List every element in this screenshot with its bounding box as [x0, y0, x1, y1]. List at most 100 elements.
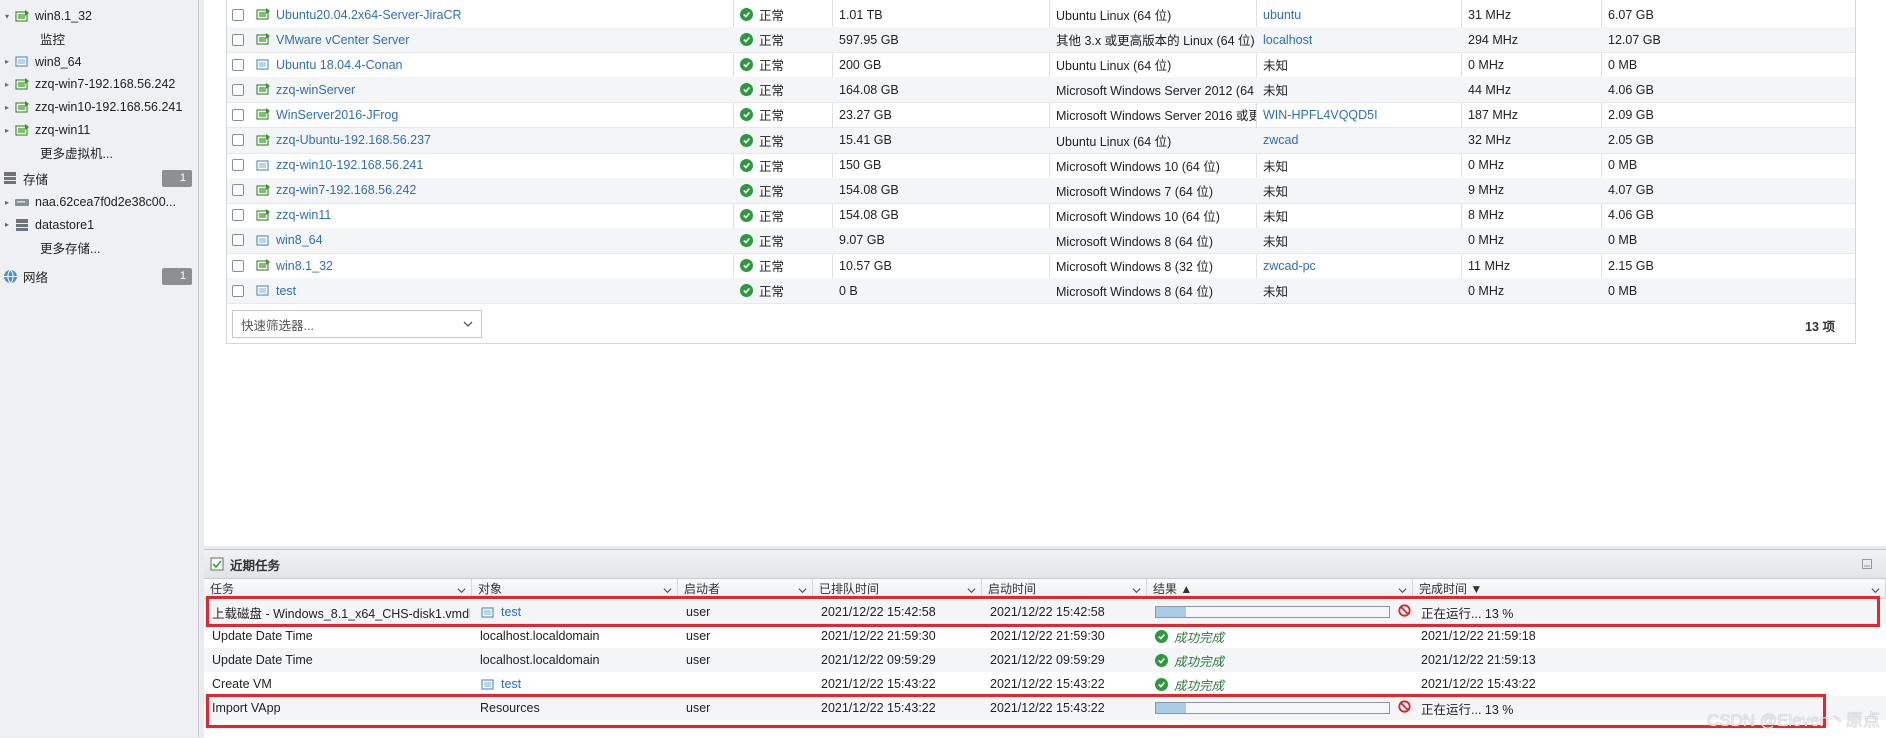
vm-name-cell[interactable]: Ubuntu 18.04.4-Conan	[255, 52, 402, 77]
tasks-column-header-6[interactable]: 完成时间 ▼	[1413, 579, 1886, 599]
row-checkbox-cell[interactable]	[232, 178, 244, 203]
sidebar-item-6[interactable]: 更多虚拟机...	[0, 143, 113, 163]
vm-name-cell[interactable]: test	[255, 278, 296, 303]
storage-item-2[interactable]: 更多存储...	[0, 238, 100, 258]
row-checkbox[interactable]	[232, 209, 244, 222]
sidebar-section-storage[interactable]: 存储 1	[0, 168, 198, 188]
row-checkbox-cell[interactable]	[232, 2, 244, 27]
tasks-column-header-3[interactable]: 已排队时间	[813, 579, 982, 599]
sidebar-item-2[interactable]: ▸ win8_64	[0, 52, 82, 72]
chevron-down-icon[interactable]	[1871, 584, 1880, 598]
row-checkbox[interactable]	[232, 234, 244, 247]
row-checkbox[interactable]	[232, 159, 244, 172]
sidebar-item-4[interactable]: ▸ zzq-win10-192.168.56.241	[0, 97, 182, 117]
vm-name-link[interactable]: test	[276, 284, 296, 298]
table-row[interactable]: WinServer2016-JFrog 正常 23.27 GB Microsoft W…	[227, 102, 1855, 129]
sidebar-item-5[interactable]: ▸ zzq-win11	[0, 120, 90, 140]
expand-right-icon[interactable]: ▸	[0, 198, 14, 207]
vm-name-cell[interactable]: win8.1_32	[255, 253, 333, 278]
task-row[interactable]: Update Date Time localhost.localdomain use…	[204, 648, 1886, 672]
tasks-column-header-0[interactable]: 任务	[204, 579, 472, 599]
vm-name-link[interactable]: win8_64	[276, 233, 323, 247]
task-row[interactable]: 上载磁盘 - Windows_8.1_x64_CHS-disk1.vmdk (1…	[204, 600, 1886, 624]
tasks-column-header-2[interactable]: 启动者	[678, 579, 813, 599]
vm-name-cell[interactable]: VMware vCenter Server	[255, 27, 409, 52]
row-checkbox[interactable]	[232, 259, 244, 272]
cancel-task-icon[interactable]	[1398, 700, 1411, 716]
vm-name-cell[interactable]: Ubuntu20.04.2x64-Server-JiraCR	[255, 2, 462, 27]
sidebar-item-3[interactable]: ▸ zzq-win7-192.168.56.242	[0, 74, 175, 94]
sidebar-item-0[interactable]: ▾ win8.1_32	[0, 6, 92, 26]
task-row[interactable]: Create VM test 2021/12/22 15:43:22 2021/12/…	[204, 672, 1886, 696]
row-checkbox[interactable]	[232, 184, 244, 197]
vm-name-link[interactable]: VMware vCenter Server	[276, 33, 409, 47]
table-row[interactable]: Ubuntu20.04.2x64-Server-JiraCR 正常 1.01 TB U…	[227, 2, 1855, 28]
vm-name-link[interactable]: win8.1_32	[276, 259, 333, 273]
table-row[interactable]: zzq-winServer 正常 164.08 GB Microsoft Window…	[227, 77, 1855, 104]
expand-down-icon[interactable]: ▾	[0, 12, 14, 21]
storage-item-1[interactable]: ▸ datastore1	[0, 215, 94, 235]
vm-host-cell[interactable]: ubuntu	[1263, 2, 1301, 27]
vm-name-link[interactable]: zzq-win10-192.168.56.241	[276, 158, 423, 172]
table-row[interactable]: Ubuntu 18.04.4-Conan 正常 200 GB Ubuntu Linux…	[227, 52, 1855, 79]
table-row[interactable]: zzq-win10-192.168.56.241 正常 150 GB Microsof…	[227, 153, 1855, 179]
row-checkbox-cell[interactable]	[232, 203, 244, 228]
vm-host-cell[interactable]: localhost	[1263, 27, 1312, 52]
tasks-column-header-5[interactable]: 结果 ▲	[1147, 579, 1413, 599]
row-checkbox[interactable]	[232, 58, 244, 71]
vm-name-link[interactable]: Ubuntu20.04.2x64-Server-JiraCR	[276, 8, 462, 22]
chevron-down-icon[interactable]	[663, 584, 672, 598]
chevron-down-icon[interactable]	[798, 584, 807, 598]
storage-item-0[interactable]: ▸ naa.62cea7f0d2e38c00...	[0, 192, 176, 212]
expand-right-icon[interactable]: ▸	[0, 126, 14, 135]
task-row[interactable]: Import VApp Resources user 2021/12/22 15:43…	[204, 696, 1886, 720]
vm-name-link[interactable]: WinServer2016-JFrog	[276, 108, 398, 122]
collapse-panel-icon[interactable]	[1862, 559, 1872, 569]
row-checkbox-cell[interactable]	[232, 102, 244, 127]
table-row[interactable]: zzq-win7-192.168.56.242 正常 154.08 GB Micros…	[227, 177, 1855, 204]
row-checkbox-cell[interactable]	[232, 52, 244, 77]
quick-filter-select[interactable]: 快速筛选器...	[232, 310, 482, 338]
vm-name-cell[interactable]: win8_64	[255, 228, 323, 253]
tasks-column-header-1[interactable]: 对象	[472, 579, 678, 599]
vm-name-link[interactable]: zzq-win11	[276, 208, 331, 222]
chevron-down-icon[interactable]	[1132, 584, 1141, 598]
vm-host-cell[interactable]: WIN-HPFL4VQQD5I	[1263, 102, 1378, 127]
vm-name-link[interactable]: zzq-Ubuntu-192.168.56.237	[276, 133, 431, 147]
chevron-down-icon[interactable]	[1398, 584, 1407, 598]
row-checkbox-cell[interactable]	[232, 27, 244, 52]
task-object-link[interactable]: test	[501, 677, 521, 691]
expand-right-icon[interactable]: ▸	[0, 80, 14, 89]
row-checkbox[interactable]	[232, 83, 244, 96]
table-row[interactable]: zzq-Ubuntu-192.168.56.237 正常 15.41 GB Ubunt…	[227, 127, 1855, 154]
task-row[interactable]: Update Date Time localhost.localdomain use…	[204, 624, 1886, 648]
row-checkbox[interactable]	[232, 134, 244, 146]
tasks-column-header-4[interactable]: 启动时间	[982, 579, 1147, 599]
row-checkbox[interactable]	[232, 108, 244, 121]
vm-name-cell[interactable]: zzq-winServer	[255, 77, 355, 102]
table-row[interactable]: VMware vCenter Server 正常 597.95 GB 其他 3.x 或…	[227, 27, 1855, 54]
sidebar-section-network[interactable]: 网络 1	[0, 266, 198, 286]
table-row[interactable]: win8_64 正常 9.07 GB Microsoft Windows 8 (64 …	[227, 227, 1855, 254]
vm-name-cell[interactable]: zzq-win10-192.168.56.241	[255, 153, 423, 178]
vm-name-cell[interactable]: zzq-Ubuntu-192.168.56.237	[255, 128, 431, 153]
sidebar-item-1[interactable]: 监控	[0, 29, 65, 49]
row-checkbox[interactable]	[232, 33, 244, 46]
vm-name-cell[interactable]: WinServer2016-JFrog	[255, 102, 398, 127]
vm-name-cell[interactable]: zzq-win7-192.168.56.242	[255, 178, 416, 203]
vm-name-link[interactable]: zzq-winServer	[276, 83, 355, 97]
expand-right-icon[interactable]: ▸	[0, 103, 14, 112]
table-row[interactable]: win8.1_32 正常 10.57 GB Microsoft Windows 8 (…	[227, 253, 1855, 279]
vm-host-cell[interactable]: zwcad-pc	[1263, 253, 1316, 278]
row-checkbox[interactable]	[232, 284, 244, 297]
vm-name-link[interactable]: Ubuntu 18.04.4-Conan	[276, 58, 402, 72]
row-checkbox-cell[interactable]	[232, 278, 244, 303]
row-checkbox-cell[interactable]	[232, 228, 244, 253]
vm-name-cell[interactable]: zzq-win11	[255, 203, 331, 228]
table-row[interactable]: zzq-win11 正常 154.08 GB Microsoft Windows 10…	[227, 203, 1855, 229]
cancel-task-icon[interactable]	[1398, 604, 1411, 620]
vm-name-link[interactable]: zzq-win7-192.168.56.242	[276, 183, 416, 197]
expand-right-icon[interactable]: ▸	[0, 57, 14, 66]
chevron-down-icon[interactable]	[457, 584, 466, 598]
row-checkbox-cell[interactable]	[232, 153, 244, 178]
